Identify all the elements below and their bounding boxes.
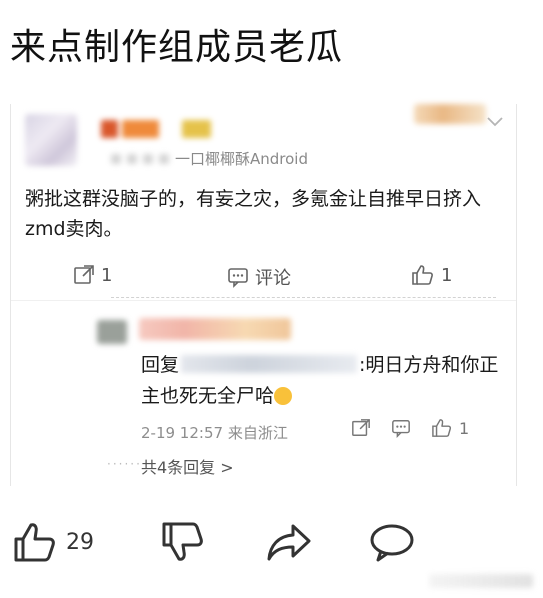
share-icon <box>267 524 311 561</box>
reply-location: 来自浙江 <box>227 424 288 442</box>
repost-icon[interactable] <box>351 418 371 438</box>
repost-count: 1 <box>101 264 113 286</box>
speech-bubble-icon <box>370 524 414 562</box>
reply-meta: 2-19 12:57 来自浙江 <box>141 422 288 443</box>
comment-label: 评论 <box>255 268 291 289</box>
post-meta: 一口椰椰酥Android <box>111 148 308 169</box>
blurred-reply-username[interactable] <box>139 318 291 340</box>
avatar[interactable] <box>25 114 77 166</box>
page-headline: 来点制作组成员老瓜 <box>10 27 344 68</box>
bottom-like-button[interactable]: 29 <box>12 520 94 564</box>
thumbs-down-icon <box>162 522 203 561</box>
blurred-meta <box>111 153 169 164</box>
comment-button[interactable]: 评论 <box>227 264 291 290</box>
divider <box>11 300 516 301</box>
bottom-dislike-button[interactable] <box>160 520 204 564</box>
post-body: 粥批这群没脑子的，有妄之灾，多氪金让自推早日挤入zmd卖肉。 <box>25 188 482 240</box>
reply-action-bar: 1 <box>351 418 469 438</box>
chevron-down-icon[interactable] <box>486 116 504 128</box>
comment-icon <box>228 268 248 288</box>
reply-avatar[interactable] <box>97 320 127 344</box>
comment-icon[interactable] <box>391 418 411 438</box>
reply-like-count: 1 <box>459 418 470 438</box>
watermark <box>429 574 533 588</box>
bottom-share-button[interactable] <box>266 520 312 564</box>
more-replies-link[interactable]: 共4条回复 > <box>141 454 234 478</box>
blurred-username[interactable] <box>101 120 212 138</box>
like-button[interactable]: 1 <box>411 264 452 286</box>
reply-prefix: 回复 <box>141 354 180 376</box>
reply-timestamp: 2-19 12:57 <box>141 424 224 442</box>
thumbs-up-icon <box>432 419 452 437</box>
like-count: 1 <box>441 264 453 286</box>
repost-icon <box>74 265 94 284</box>
thumbs-up-icon <box>412 265 433 285</box>
bottom-comment-button[interactable] <box>368 520 416 564</box>
bottom-like-count: 29 <box>66 529 94 555</box>
post-action-bar: 1 评论 1 <box>11 264 516 292</box>
reply-body: 回复:明日方舟和你正主也死无全尸哈 <box>141 350 501 412</box>
post-source: 一口椰椰酥Android <box>175 150 308 168</box>
thumbs-up-icon <box>14 523 55 562</box>
dotted-divider <box>111 297 496 298</box>
bottom-action-bar: 29 <box>0 520 543 574</box>
blurred-mention[interactable] <box>181 355 358 373</box>
sticker-badge <box>414 104 486 124</box>
thread-dots: ······ <box>107 457 142 471</box>
laughing-emoji-icon <box>274 387 293 405</box>
reply-like-button[interactable]: 1 <box>431 418 469 438</box>
comment-card: 一口椰椰酥Android 粥批这群没脑子的，有妄之灾，多氪金让自推早日挤入zmd… <box>10 104 517 486</box>
repost-button[interactable]: 1 <box>73 264 112 286</box>
